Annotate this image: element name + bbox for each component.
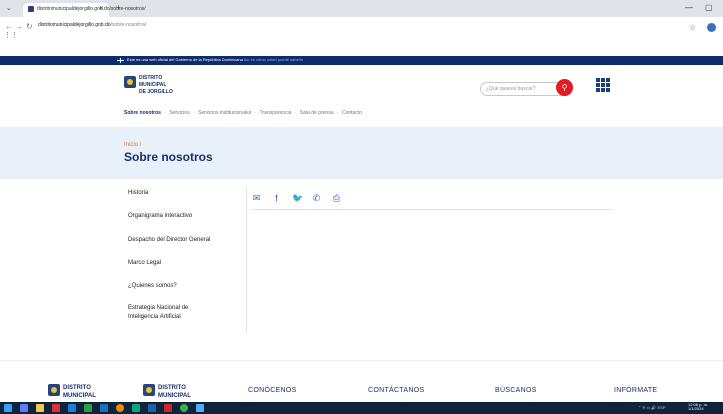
taskbar-app-icon[interactable] xyxy=(84,404,92,412)
logo-line2: MUNICIPAL xyxy=(139,82,167,88)
taskbar-app-icon[interactable] xyxy=(164,404,172,412)
sidebar-item-estrategia[interactable]: Estrategia Nacional de xyxy=(128,304,188,312)
forward-icon[interactable]: → xyxy=(15,22,23,31)
twitter-icon[interactable]: 🐦 xyxy=(292,194,303,203)
taskbar-app-icon[interactable] xyxy=(20,404,28,412)
favicon-icon xyxy=(28,6,34,12)
windows-taskbar: ⌃ ⚲ ▭ 🔊 ESP 12:08 p. m. 1/1/2024 xyxy=(0,402,723,414)
clock[interactable]: 12:08 p. m. 1/1/2024 xyxy=(688,403,708,411)
share-divider xyxy=(251,209,613,210)
nav-servicios[interactable]: Servicios xyxy=(169,110,189,116)
sidebar-divider xyxy=(246,187,247,333)
maximize-button[interactable]: ▢ xyxy=(705,3,713,12)
tray-language: ESP xyxy=(657,405,666,410)
taskbar-app-icon[interactable] xyxy=(132,404,140,412)
back-icon[interactable]: ← xyxy=(5,22,13,31)
footer-logo-1[interactable]: DISTRITO MUNICIPAL xyxy=(48,380,118,402)
search-button[interactable]: ⚲ xyxy=(556,79,573,96)
footer-divider xyxy=(0,360,723,361)
apps-grid-icon[interactable]: ⋮⋮ xyxy=(4,31,18,39)
system-tray[interactable]: ⌃ ⚲ ▭ 🔊 ESP xyxy=(638,405,666,410)
sidebar-item-organigrama[interactable]: Organigrama interactivo xyxy=(128,212,192,220)
footer-contactanos[interactable]: CONTÁCTANOS xyxy=(368,387,424,394)
footer-logo-emblem-icon xyxy=(48,384,60,396)
search-placeholder: ¿Qué quieres buscar? xyxy=(486,86,536,92)
logo-emblem-icon xyxy=(124,76,136,88)
minimize-button[interactable]: — xyxy=(685,3,693,12)
profile-avatar[interactable] xyxy=(707,23,716,32)
taskbar-app-icon[interactable] xyxy=(52,404,60,412)
nav-sobre-nosotros[interactable]: Sobre nosotros xyxy=(124,110,161,116)
footer-conocenos[interactable]: CONÓCENOS xyxy=(248,387,297,394)
sidebar-item-quienes-somos[interactable]: ¿Quienes somos? xyxy=(128,282,177,290)
taskbar-app-icon[interactable] xyxy=(100,404,108,412)
whatsapp-icon[interactable]: ✆ xyxy=(312,194,321,203)
footer-buscanos[interactable]: BÚSCANOS xyxy=(495,387,537,394)
tab-close-icon[interactable]: ✕ xyxy=(99,5,104,12)
clock-date: 1/1/2024 xyxy=(688,406,704,411)
gov-link[interactable]: Así es cómo usted puede saberlo xyxy=(244,57,303,62)
url-path: /sobre-nosotros/ xyxy=(110,22,147,28)
taskbar-app-icon[interactable] xyxy=(148,404,156,412)
bookmark-star-icon[interactable]: ☆ xyxy=(689,23,696,32)
file-explorer-icon[interactable] xyxy=(36,404,44,412)
facebook-icon[interactable]: f xyxy=(272,194,281,203)
government-banner-text: Este es una web oficial del Gobierno de … xyxy=(127,57,303,62)
reload-icon[interactable]: ↻ xyxy=(26,22,33,31)
start-icon[interactable] xyxy=(4,404,12,412)
page-title: Sobre nosotros xyxy=(124,150,213,164)
mail-icon[interactable]: ✉ xyxy=(252,194,261,203)
breadcrumb[interactable]: Inicio / xyxy=(124,142,141,148)
gov-text: Este es una web oficial del Gobierno de … xyxy=(127,57,243,62)
sidebar-item-estrategia-line2[interactable]: Inteligencia Artificial xyxy=(128,313,181,321)
nav-separator: · xyxy=(254,110,257,116)
logo-line3: DE JORGILLO xyxy=(139,89,173,95)
nav-servicios-institucionales[interactable]: Servicios institucionales xyxy=(198,110,251,116)
sidebar-item-marco-legal[interactable]: Marco Legal xyxy=(128,259,161,267)
nav-contacto[interactable]: Contacto xyxy=(342,110,362,116)
url-host: distritomunicipaldejorgillo.gob.do xyxy=(38,22,111,28)
footer-logo1-line2: MUNICIPAL xyxy=(63,393,96,399)
print-icon[interactable]: ⎙ xyxy=(332,194,341,203)
browser-tab-bar: ⌄ distritomunicipaldejorgillo.gob.do/sob… xyxy=(0,0,723,17)
address-bar[interactable]: distritomunicipaldejorgillo.gob.do/sobre… xyxy=(38,22,147,28)
flag-icon xyxy=(117,58,124,63)
taskbar-app-icon[interactable] xyxy=(180,404,188,412)
nav-sala-de-prensa[interactable]: Sala de prensa xyxy=(300,110,334,116)
nav-separator: · xyxy=(294,110,297,116)
main-navigation: Sobre nosotros · Servicios · Servicios i… xyxy=(124,110,362,116)
sidebar-item-despacho[interactable]: Despacho del Director General xyxy=(128,236,210,244)
tab-title: distritomunicipaldejorgillo.gob.do/sobre… xyxy=(37,6,146,12)
tab-search-icon[interactable]: ⌄ xyxy=(6,4,12,12)
site-logo[interactable]: DISTRITO MUNICIPAL DE JORGILLO xyxy=(124,70,204,96)
browser-tab[interactable]: distritomunicipaldejorgillo.gob.do/sobre… xyxy=(23,3,146,17)
new-tab-button[interactable]: + xyxy=(116,3,121,12)
footer-logo-2[interactable]: DISTRITO MUNICIPAL xyxy=(143,380,213,402)
search-icon: ⚲ xyxy=(561,83,568,92)
footer-logo2-line2: MUNICIPAL xyxy=(158,393,191,399)
logo-line1: DISTRITO xyxy=(139,75,163,81)
nav-separator: · xyxy=(164,110,167,116)
nav-separator: · xyxy=(193,110,195,116)
footer-logo1-line1: DISTRITO xyxy=(63,385,91,391)
taskbar-app-icon[interactable] xyxy=(68,404,76,412)
footer-informate[interactable]: INFÓRMATE xyxy=(614,387,657,394)
nav-transparencia[interactable]: Transparencia xyxy=(260,110,292,116)
sidebar-item-historia[interactable]: Historia xyxy=(128,189,148,197)
browser-toolbar: ← → ↻ distritomunicipaldejorgillo.gob.do… xyxy=(0,17,723,39)
footer-logo2-line1: DISTRITO xyxy=(158,385,186,391)
chrome-icon[interactable] xyxy=(116,404,124,412)
taskbar-app-icon[interactable] xyxy=(196,404,204,412)
menu-grid-icon[interactable] xyxy=(596,78,610,92)
government-banner: Este es una web oficial del Gobierno de … xyxy=(0,56,723,65)
footer-logo-emblem-icon xyxy=(143,384,155,396)
nav-separator: · xyxy=(336,110,339,116)
page-hero xyxy=(0,127,723,179)
